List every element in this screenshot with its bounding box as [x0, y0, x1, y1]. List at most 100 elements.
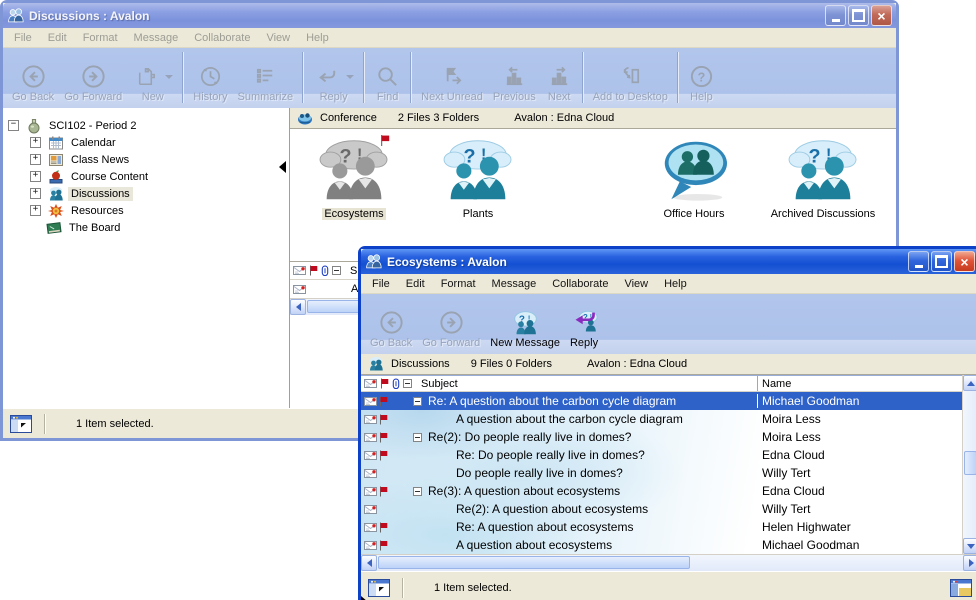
collapse-pane-icon[interactable]	[368, 579, 390, 597]
toolbar-button-label: Go Forward	[422, 337, 480, 349]
maximize-button[interactable]	[848, 5, 869, 26]
tree-expander-icon[interactable]: +	[30, 137, 41, 148]
message-row[interactable]: Re: A question about ecosystemsHelen Hig…	[361, 518, 963, 536]
conference-item-archived-discussions[interactable]: ? ! Archived Discussions	[758, 137, 888, 220]
name-cell: Helen Highwater	[757, 520, 963, 534]
menu-item-edit[interactable]: Edit	[398, 276, 433, 292]
add-to-desktop-icon	[617, 63, 644, 90]
list-column-header[interactable]: Subject Name	[361, 375, 963, 392]
toolbar-button-reply[interactable]: ?!Reply	[565, 295, 603, 352]
tree-item-sci102-period-2[interactable]: −SCI102 - Period 2	[3, 117, 289, 134]
discussions-location: Avalon : Edna Cloud	[587, 358, 687, 370]
message-row[interactable]: A question about ecosystems Michael Goodm…	[361, 536, 963, 554]
tree-expander-icon[interactable]: +	[30, 171, 41, 182]
toolbar-button-help[interactable]: ?Help	[683, 49, 720, 106]
name-cell: Michael Goodman	[757, 538, 963, 552]
minimize-button[interactable]	[825, 5, 846, 26]
name-column-header[interactable]: Name	[757, 376, 963, 391]
menu-item-format[interactable]: Format	[433, 276, 484, 292]
titlebar-ecosystems[interactable]: Ecosystems : Avalon ×	[361, 249, 976, 274]
conference-item-plants[interactable]: ? ! Plants	[430, 137, 526, 220]
toolbar-button-go-back[interactable]: Go Back	[7, 49, 59, 106]
toolbar-button-summarize[interactable]: Summarize	[233, 49, 299, 106]
scroll-left-button[interactable]	[290, 299, 306, 315]
message-row[interactable]: Re(3): A question about ecosystemsEdna C…	[361, 482, 963, 500]
pane-splitter-arrow[interactable]	[361, 596, 368, 600]
toolbar-button-go-back[interactable]: Go Back	[365, 295, 417, 352]
maximize-button[interactable]	[931, 251, 952, 272]
tree-item-resources[interactable]: +Resources	[3, 202, 289, 219]
menu-item-view[interactable]: View	[616, 276, 656, 292]
tree-item-discussions[interactable]: +Discussions	[3, 185, 289, 202]
menubar-ecosystems: FileEditFormatMessageCollaborateViewHelp	[361, 274, 976, 294]
menu-item-file[interactable]: File	[364, 276, 398, 292]
menu-item-format[interactable]: Format	[75, 30, 126, 46]
pane-layout-icon[interactable]	[950, 579, 972, 597]
tree-item-the-board[interactable]: The Board	[3, 219, 289, 236]
tree-item-calendar[interactable]: +Calendar	[3, 134, 289, 151]
toolbar-button-go-forward[interactable]: Go Forward	[59, 49, 127, 106]
message-row[interactable]: Re(2): Do people really live in domes?Mo…	[361, 428, 963, 446]
tree-expander-icon[interactable]: −	[8, 120, 19, 131]
flag-icon	[309, 265, 318, 276]
titlebar-discussions[interactable]: Discussions : Avalon ×	[3, 3, 896, 28]
dropdown-arrow-icon[interactable]	[165, 75, 173, 79]
collapse-icon[interactable]	[413, 433, 422, 442]
menu-item-edit[interactable]: Edit	[40, 30, 75, 46]
menu-item-collaborate[interactable]: Collaborate	[186, 30, 258, 46]
toolbar-button-reply[interactable]: Reply	[308, 49, 359, 106]
tree-expander-icon[interactable]: +	[30, 205, 41, 216]
toolbar-button-next[interactable]: Next	[541, 49, 578, 106]
collapse-pane-icon[interactable]	[10, 415, 32, 433]
menu-item-view[interactable]: View	[258, 30, 298, 46]
collapse-icon[interactable]	[413, 487, 422, 496]
collapse-icon[interactable]	[413, 397, 422, 406]
pane-splitter-arrow[interactable]	[279, 161, 286, 173]
message-row[interactable]: Re(2): A question about ecosystemsWilly …	[361, 500, 963, 518]
scroll-down-button[interactable]	[963, 538, 976, 554]
menu-item-message[interactable]: Message	[126, 30, 187, 46]
message-row[interactable]: Do people really live in domes?Willy Ter…	[361, 464, 963, 482]
menu-item-help[interactable]: Help	[298, 30, 337, 46]
scrollbar-thumb[interactable]	[964, 451, 976, 475]
toolbar-button-previous[interactable]: Previous	[488, 49, 541, 106]
toolbar-button-new[interactable]: New	[127, 49, 178, 106]
course-tree: −SCI102 - Period 2+Calendar+Class News+C…	[3, 108, 290, 408]
toolbar-button-go-forward[interactable]: Go Forward	[417, 295, 485, 352]
conference-icon	[297, 110, 313, 126]
toolbar-button-find[interactable]: Find	[369, 49, 406, 106]
message-row[interactable]: A question about the carbon cycle diagra…	[361, 410, 963, 428]
dropdown-arrow-icon[interactable]	[346, 75, 354, 79]
scroll-up-button[interactable]	[963, 375, 976, 391]
menu-item-help[interactable]: Help	[656, 276, 695, 292]
message-row[interactable]: Re: A question about the carbon cycle di…	[361, 392, 963, 410]
conference-type-label: Conference	[320, 112, 377, 124]
tree-item-label: Course Content	[68, 170, 151, 184]
toolbar-button-history[interactable]: History	[188, 49, 232, 106]
summarize-icon	[252, 63, 279, 90]
toolbar-button-add-to-desktop[interactable]: Add to Desktop	[588, 49, 673, 106]
scroll-right-button[interactable]	[963, 555, 976, 571]
subject-column-header[interactable]: Subject	[421, 378, 754, 390]
tree-expander-icon[interactable]: +	[30, 154, 41, 165]
toolbar-button-new-message[interactable]: ?!New Message	[485, 295, 565, 352]
envelope-icon	[364, 540, 377, 551]
tree-item-class-news[interactable]: +Class News	[3, 151, 289, 168]
conference-item-office-hours[interactable]: Office Hours	[642, 137, 746, 220]
minimize-button[interactable]	[908, 251, 929, 272]
close-button[interactable]: ×	[871, 5, 892, 26]
toolbar-button-next-unread[interactable]: Next Unread	[416, 49, 488, 106]
paperclip-icon	[392, 378, 400, 389]
subject-text: A question about ecosystems	[456, 538, 612, 552]
menu-item-message[interactable]: Message	[484, 276, 545, 292]
scroll-left-button[interactable]	[361, 555, 377, 571]
desktop: Discussions : Avalon × FileEditFormatMes…	[0, 0, 976, 600]
menu-item-collaborate[interactable]: Collaborate	[544, 276, 616, 292]
conference-item-ecosystems[interactable]: ? ! Ecosystems	[304, 137, 404, 220]
message-row[interactable]: Re: Do people really live in domes?Edna …	[361, 446, 963, 464]
tree-expander-icon[interactable]: +	[30, 188, 41, 199]
tree-item-course-content[interactable]: + Course Content	[3, 168, 289, 185]
menu-item-file[interactable]: File	[6, 30, 40, 46]
scrollbar-thumb[interactable]	[378, 556, 690, 569]
close-button[interactable]: ×	[954, 251, 975, 272]
